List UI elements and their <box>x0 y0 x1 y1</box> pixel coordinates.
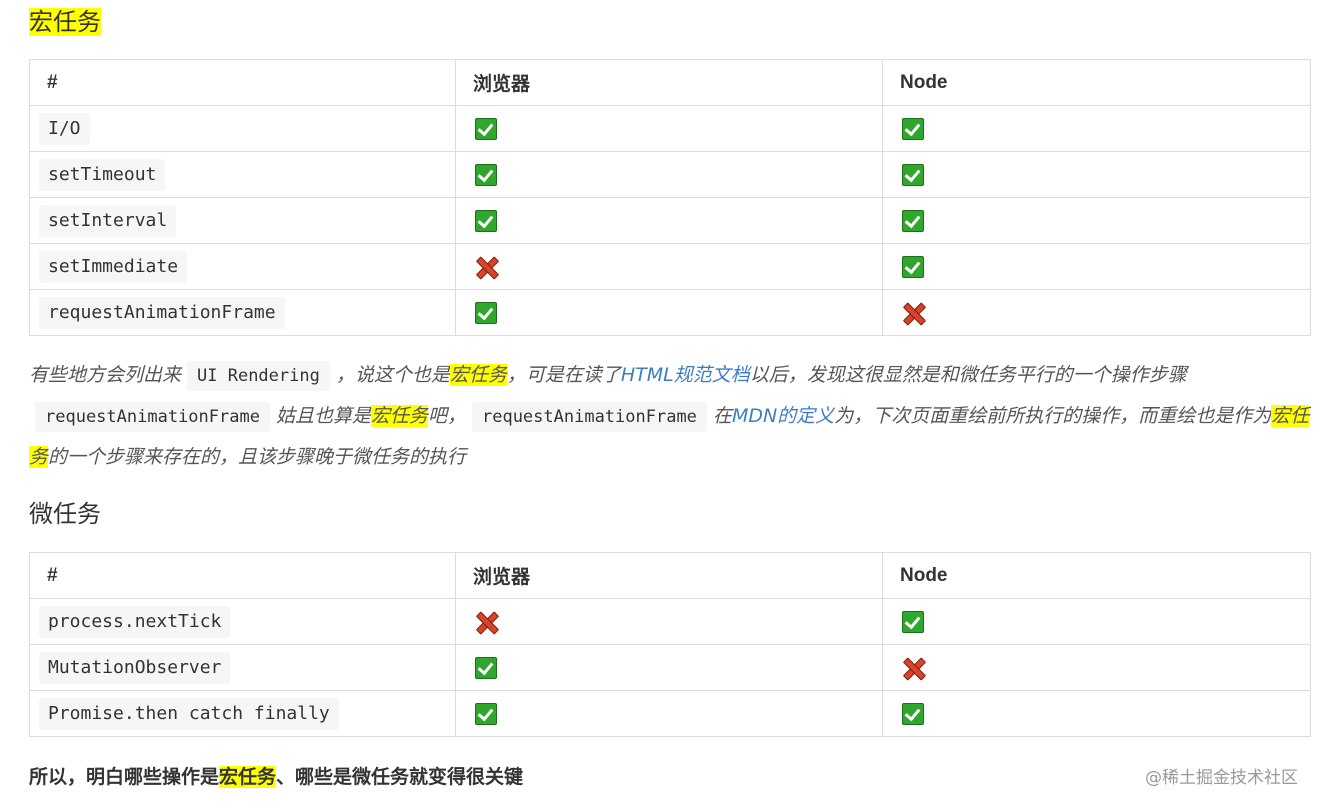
cross-mark-icon <box>475 611 497 633</box>
node-support-cell <box>882 151 1311 198</box>
api-name-cell: MutationObserver <box>29 644 456 691</box>
check-mark-icon <box>475 117 497 140</box>
check-mark-icon <box>475 209 497 232</box>
table-row: Promise.then catch finally <box>29 690 1311 737</box>
conclusion-part: 所以，明白哪些操作是 <box>29 766 220 788</box>
paragraph-text: 为，下次页面重绘前所执行的操作，而重绘也是作为 <box>834 405 1272 427</box>
api-name-code: setInterval <box>39 204 177 237</box>
node-support-cell <box>882 105 1311 152</box>
column-header-browser: 浏览器 <box>455 59 883 106</box>
api-name-cell: requestAnimationFrame <box>29 289 456 336</box>
paragraph-text: 在 <box>712 405 732 427</box>
api-name-cell: setTimeout <box>29 151 456 198</box>
browser-support-cell <box>455 644 883 691</box>
node-support-cell <box>882 598 1311 645</box>
explanation-paragraph: 有些地方会列出来 UI Rendering ，说这个也是宏任务，可是在读了HTML规… <box>29 355 1314 478</box>
node-support-cell <box>882 197 1311 244</box>
browser-support-cell <box>455 598 883 645</box>
cross-mark-icon <box>475 256 497 278</box>
paragraph-text: 的一个步骤来存在的，且该步骤晚于微任务的执行 <box>48 446 467 468</box>
highlighted-term: 宏任务 <box>370 405 428 427</box>
conclusion-part: 、哪些是微任务就变得很关键 <box>276 766 524 788</box>
api-name-cell: process.nextTick <box>29 598 456 645</box>
browser-support-cell <box>455 151 883 198</box>
table-header-row: # 浏览器 Node <box>29 552 1311 599</box>
api-name-code: Promise.then catch finally <box>39 697 339 730</box>
highlighted-term: 宏任务 <box>219 766 277 788</box>
check-mark-icon <box>902 610 924 633</box>
paragraph-text: 以后，发现这很显然是和微任务平行的一个操作步骤 <box>749 364 1187 386</box>
table-row: setImmediate <box>29 243 1311 290</box>
api-name-code: requestAnimationFrame <box>39 296 285 329</box>
api-name-cell: I/O <box>29 105 456 152</box>
check-mark-icon <box>902 255 924 278</box>
check-mark-icon <box>475 656 497 679</box>
api-name-code: process.nextTick <box>39 605 231 638</box>
check-mark-icon <box>475 163 497 186</box>
column-header-api: # <box>29 59 456 106</box>
browser-support-cell <box>455 105 883 152</box>
node-support-cell <box>882 289 1311 336</box>
api-name-cell: setInterval <box>29 197 456 244</box>
inline-code-raf-2: requestAnimationFrame <box>471 402 707 432</box>
table-row: setTimeout <box>29 151 1311 198</box>
paragraph-text: 有些地方会列出来 <box>29 364 182 386</box>
macro-task-heading: 宏任务 <box>29 6 101 38</box>
inline-code-ui-rendering: UI Rendering <box>187 361 330 391</box>
browser-support-cell <box>455 690 883 737</box>
api-name-code: I/O <box>39 112 90 145</box>
api-name-cell: Promise.then catch finally <box>29 690 456 737</box>
cross-mark-icon <box>902 657 924 679</box>
table-row: MutationObserver <box>29 644 1311 691</box>
cross-mark-icon <box>902 302 924 324</box>
paragraph-text: 姑且也算是 <box>275 405 371 427</box>
check-mark-icon <box>475 702 497 725</box>
api-name-code: setTimeout <box>39 158 166 191</box>
html-spec-link[interactable]: HTML规范文档 <box>621 364 750 386</box>
check-mark-icon <box>902 702 924 725</box>
check-mark-icon <box>902 163 924 186</box>
browser-support-cell <box>455 197 883 244</box>
check-mark-icon <box>902 117 924 140</box>
check-mark-icon <box>475 301 497 324</box>
browser-support-cell <box>455 243 883 290</box>
highlighted-term: 宏任务 <box>449 364 507 386</box>
paragraph-text: ，可是在读了 <box>506 364 621 386</box>
table-row: setInterval <box>29 197 1311 244</box>
api-name-code: setImmediate <box>39 250 188 283</box>
paragraph-text: ，说这个也是 <box>335 364 450 386</box>
node-support-cell <box>882 644 1311 691</box>
table-row: requestAnimationFrame <box>29 289 1311 336</box>
micro-task-heading: 微任务 <box>29 500 101 528</box>
check-mark-icon <box>902 209 924 232</box>
column-header-node: Node <box>882 552 1311 599</box>
column-header-browser: 浏览器 <box>455 552 883 599</box>
column-header-api: # <box>29 552 456 599</box>
paragraph-text: 吧， <box>427 405 466 427</box>
inline-code-raf: requestAnimationFrame <box>35 402 270 432</box>
macro-task-heading-text: 宏任务 <box>29 8 101 36</box>
mdn-definition-link[interactable]: MDN的定义 <box>732 405 834 427</box>
macro-task-table: # 浏览器 Node I/O setTimeout setInterval setIm… <box>29 59 1311 336</box>
site-watermark: @稀土掘金技术社区 <box>1145 768 1298 788</box>
api-name-code: MutationObserver <box>39 651 231 684</box>
table-row: I/O <box>29 105 1311 152</box>
conclusion-text: 所以，明白哪些操作是宏任务、哪些是微任务就变得很关键 <box>29 762 523 792</box>
table-row: process.nextTick <box>29 598 1311 645</box>
browser-support-cell <box>455 289 883 336</box>
micro-task-table: # 浏览器 Node process.nextTick MutationObser… <box>29 552 1311 737</box>
node-support-cell <box>882 690 1311 737</box>
column-header-node: Node <box>882 59 1311 106</box>
table-header-row: # 浏览器 Node <box>29 59 1311 106</box>
node-support-cell <box>882 243 1311 290</box>
api-name-cell: setImmediate <box>29 243 456 290</box>
